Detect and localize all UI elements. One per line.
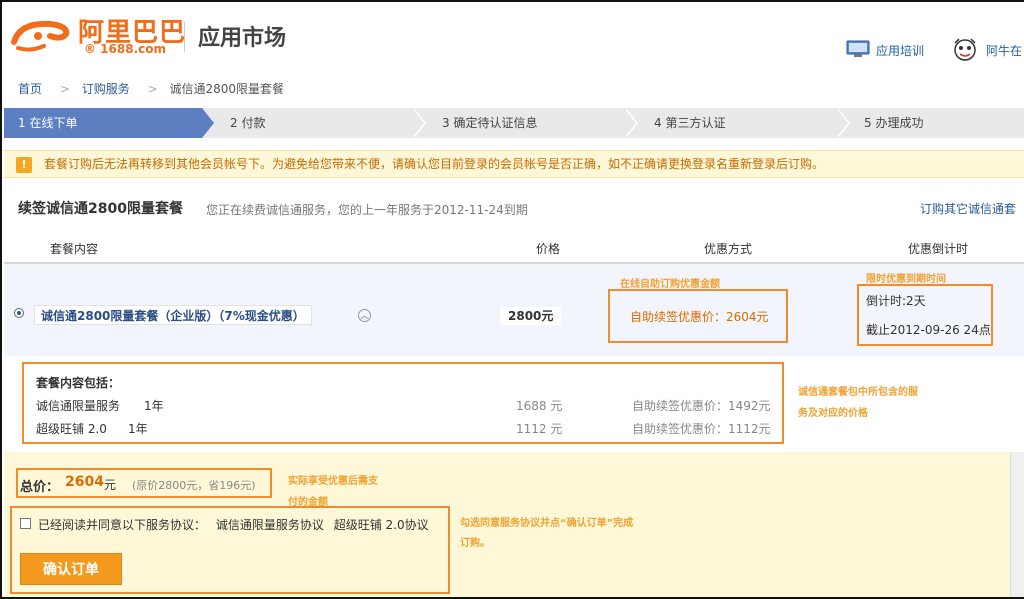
annotation-countdown: 限时优惠到期时间 — [866, 274, 946, 285]
content-item-period: 1年 — [128, 422, 148, 436]
content-item-period: 1年 — [144, 399, 164, 413]
content-item-name: 超级旺铺 2.0 — [36, 422, 107, 436]
countdown-deadline: 截止2012-09-26 24点 — [866, 323, 991, 337]
confirm-order-button[interactable]: 确认订单 — [20, 553, 122, 585]
agreement-link-2[interactable]: 超级旺铺 2.0协议 — [334, 518, 429, 532]
header-package-content: 套餐内容 — [50, 242, 99, 256]
step-1: 1 在线下单 — [4, 108, 202, 138]
countdown-remaining: 倒计时:2天 — [866, 294, 926, 308]
breadcrumb-order-service[interactable]: 订购服务 — [82, 82, 130, 96]
step-arrow — [412, 108, 424, 138]
training-link[interactable]: 应用培训 — [876, 42, 924, 59]
chevron-right-icon: > — [147, 82, 158, 96]
annotation-discount: 在线自助订购优惠金额 — [620, 279, 720, 290]
step-4: 4 第三方认证 — [654, 116, 726, 130]
page-frame: 阿里巴巴 ® 1688.com 应用市场 应用培训 阿牛在 首页 > 订购服务 … — [0, 0, 1024, 599]
step-arrow — [836, 108, 848, 138]
header-discount: 优惠方式 — [704, 242, 753, 256]
agreement-link-1[interactable]: 诚信通限量服务协议 — [216, 518, 324, 532]
notice-banner: 套餐订购后无法再转移到其他会员帐号下。为避免给您带来不便，请确认您目前登录的会员… — [4, 150, 1024, 178]
collapse-toggle-icon[interactable]: ︿ — [358, 309, 371, 322]
chevron-right-icon: > — [59, 82, 70, 96]
total-unit: 元 — [104, 478, 117, 492]
annotation-confirm: 勾选同意服务协议并点“确认订单”完成 — [460, 518, 634, 529]
annotation-contents: 务及对应的价格 — [798, 408, 868, 419]
step-arrow — [202, 108, 214, 138]
renewal-info: 您正在续费诚信通服务，您的上一年服务于2012-11-24到期 — [206, 203, 528, 217]
header-countdown: 优惠倒计时 — [908, 242, 969, 256]
warning-icon: ! — [16, 157, 32, 173]
annotation-confirm: 订购。 — [460, 538, 490, 549]
annotation-contents: 诚信通套餐包中所包含的服 — [798, 387, 918, 398]
page-title: 续签诚信通2800限量套餐 — [18, 201, 183, 217]
total-value: 2604 — [65, 474, 104, 490]
alibaba-logo-icon — [11, 20, 70, 52]
content-item-name: 诚信通限量服务 — [36, 399, 121, 413]
total-original-price: (原价2800元，省196元) — [132, 479, 256, 492]
logo-divider — [184, 22, 185, 52]
scrollbar[interactable] — [1010, 452, 1024, 597]
content-item-discount: 自助续签优惠价：1112元 — [632, 422, 771, 436]
total-label: 总价： — [20, 480, 60, 495]
step-3: 3 确定待认证信息 — [442, 116, 538, 130]
agreement-text: 已经阅读并同意以下服务协议： 诚信通限量服务协议 超级旺铺 2.0协议 — [38, 516, 429, 533]
content-item-discount: 自助续签优惠价：1492元 — [632, 399, 771, 413]
step-arrow — [624, 108, 636, 138]
step-5: 5 办理成功 — [864, 116, 924, 130]
agreement-label: 已经阅读并同意以下服务协议： — [38, 518, 207, 532]
breadcrumb-current: 诚信通2800限量套餐 — [169, 82, 285, 96]
monitor-icon — [846, 40, 870, 57]
package-price: 2800元 — [500, 307, 562, 325]
order-other-package-link[interactable]: 订购其它诚信通套 — [920, 200, 1016, 217]
breadcrumb: 首页 > 订购服务 > 诚信通2800限量套餐 — [18, 80, 290, 97]
contents-title: 套餐内容包括： — [36, 376, 121, 390]
agreement-checkbox[interactable] — [20, 518, 31, 529]
content-item-price: 1112 元 — [516, 422, 563, 436]
package-radio[interactable] — [14, 308, 24, 318]
aniu-avatar-icon — [954, 38, 976, 61]
logo-text-en: ® 1688.com — [84, 42, 166, 56]
content-item-price: 1688 元 — [516, 399, 563, 413]
step-2: 2 付款 — [230, 116, 266, 130]
aniu-link[interactable]: 阿牛在 — [986, 42, 1022, 59]
app-title: 应用市场 — [198, 26, 287, 51]
header-price: 价格 — [536, 242, 561, 256]
package-name: 诚信通2800限量套餐（企业版）（7%现金优惠） — [34, 305, 312, 325]
progress-steps: 1 在线下单 2 付款 3 确定待认证信息 4 第三方认证 5 办理成功 — [4, 108, 1024, 138]
annotation-total: 实际享受优惠后需支 — [288, 476, 378, 487]
breadcrumb-home[interactable]: 首页 — [18, 82, 42, 96]
package-discount: 自助续签优惠价：2604元 — [630, 310, 769, 324]
